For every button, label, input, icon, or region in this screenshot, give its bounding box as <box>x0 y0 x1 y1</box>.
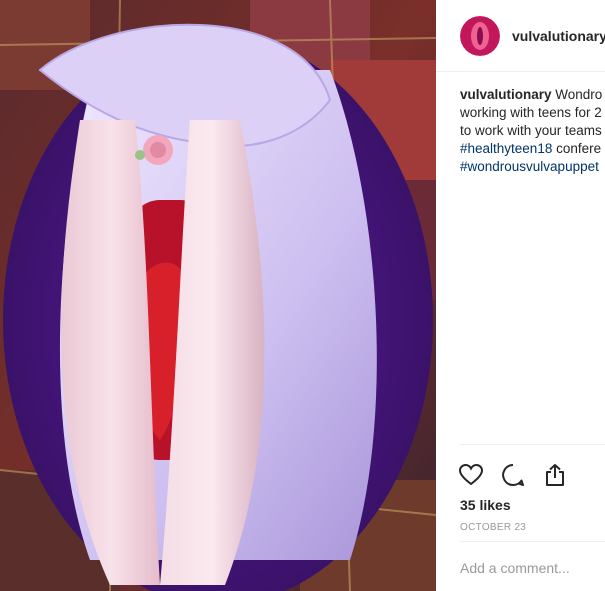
add-comment-input[interactable] <box>460 560 605 576</box>
avatar[interactable] <box>460 15 500 56</box>
divider <box>460 444 605 445</box>
caption-text: Wondro <box>551 87 603 102</box>
avatar-image <box>460 15 500 56</box>
caption-line-4: #healthyteen18 confere <box>460 140 605 158</box>
vulva-puppet-photo <box>0 0 436 591</box>
like-button[interactable] <box>458 462 484 488</box>
heart-icon <box>459 464 483 486</box>
post-actions <box>458 462 568 488</box>
caption-line-3: to work with your teams <box>460 123 602 138</box>
caption-line-2: working with teens for 2 <box>460 105 602 120</box>
caption-text: confere <box>552 141 602 156</box>
post-caption: vulvalutionary Wondro working with teens… <box>460 86 605 176</box>
share-icon <box>546 464 564 486</box>
comment-bubble-icon <box>502 464 524 486</box>
username-link[interactable]: vulvalutionary <box>512 28 605 44</box>
post-sidebar: vulvalutionary vulvalutionary Wondro wor… <box>436 0 605 591</box>
share-button[interactable] <box>542 462 568 488</box>
divider <box>460 541 605 542</box>
hashtag-link[interactable]: #wondrousvulvapuppet <box>460 159 599 174</box>
caption-line-1: vulvalutionary Wondro <box>460 86 605 104</box>
caption-line-5: #wondrousvulvapuppet <box>460 158 605 176</box>
caption-author[interactable]: vulvalutionary <box>460 87 552 102</box>
comment-button[interactable] <box>500 462 526 488</box>
likes-count[interactable]: 35 likes <box>460 497 511 513</box>
hashtag-link[interactable]: #healthyteen18 <box>460 141 552 156</box>
post-image[interactable] <box>0 0 436 591</box>
post-header: vulvalutionary <box>436 0 605 72</box>
post-date[interactable]: OCTOBER 23 <box>460 522 526 533</box>
